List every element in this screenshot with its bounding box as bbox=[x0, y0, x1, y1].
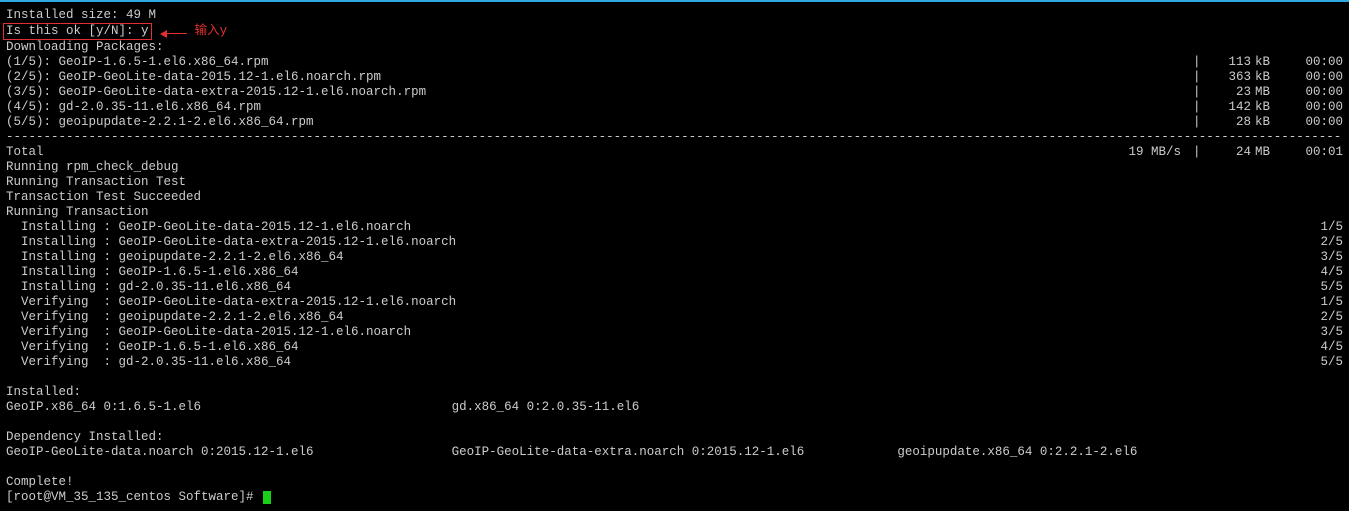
shell-prompt-line[interactable]: [root@VM_35_135_centos Software]# bbox=[6, 490, 1343, 505]
transaction-action: Verifying : GeoIP-1.6.5-1.el6.x86_64 bbox=[6, 340, 299, 355]
installed-col: GeoIP.x86_64 0:1.6.5-1.el6 bbox=[6, 400, 452, 415]
transaction-action: Installing : GeoIP-1.6.5-1.el6.x86_64 bbox=[6, 265, 299, 280]
transaction-progress: 2/5 bbox=[1309, 235, 1343, 250]
download-row: (2/5): GeoIP-GeoLite-data-2015.12-1.el6.… bbox=[6, 70, 1343, 85]
transaction-action: Verifying : GeoIP-GeoLite-data-2015.12-1… bbox=[6, 325, 411, 340]
confirm-prompt-boxed: Is this ok [y/N]: y bbox=[3, 23, 152, 40]
transaction-action: Verifying : GeoIP-GeoLite-data-extra-201… bbox=[6, 295, 456, 310]
separator-line: ----------------------------------------… bbox=[6, 130, 1343, 145]
installed-row: GeoIP.x86_64 0:1.6.5-1.el6 gd.x86_64 0:2… bbox=[6, 400, 1343, 415]
transaction-progress: 3/5 bbox=[1309, 325, 1343, 340]
status-line: Transaction Test Succeeded bbox=[6, 190, 1343, 205]
download-filename: (1/5): GeoIP-1.6.5-1.el6.x86_64.rpm bbox=[6, 55, 269, 70]
download-unit: kB bbox=[1251, 100, 1283, 115]
dependency-col: GeoIP-GeoLite-data.noarch 0:2015.12-1.el… bbox=[6, 445, 452, 460]
download-time: 00:00 bbox=[1283, 55, 1343, 70]
transaction-row: Verifying : geoipupdate-2.2.1-2.el6.x86_… bbox=[6, 310, 1343, 325]
post-lines: Running rpm_check_debugRunning Transacti… bbox=[6, 160, 1343, 220]
installed-size-line: Installed size: 49 M bbox=[6, 8, 1343, 23]
download-row: (4/5): gd-2.0.35-11.el6.x86_64.rpm|142kB… bbox=[6, 100, 1343, 115]
download-time: 00:00 bbox=[1283, 115, 1343, 130]
download-filename: (4/5): gd-2.0.35-11.el6.x86_64.rpm bbox=[6, 100, 261, 115]
dependency-header: Dependency Installed: bbox=[6, 430, 1343, 445]
cursor-icon bbox=[263, 491, 271, 504]
transaction-action: Installing : GeoIP-GeoLite-data-extra-20… bbox=[6, 235, 456, 250]
transaction-row: Verifying : gd-2.0.35-11.el6.x86_64 5/5 bbox=[6, 355, 1343, 370]
download-time: 00:00 bbox=[1283, 70, 1343, 85]
download-row: (5/5): geoipupdate-2.2.1-2.el6.x86_64.rp… bbox=[6, 115, 1343, 130]
installed-header: Installed: bbox=[6, 385, 1343, 400]
transaction-action: Verifying : gd-2.0.35-11.el6.x86_64 bbox=[6, 355, 291, 370]
total-row: Total 19 MB/s | 24 MB 00:01 bbox=[6, 145, 1343, 160]
total-time: 00:01 bbox=[1283, 145, 1343, 160]
terminal-window[interactable]: Installed size: 49 M Is this ok [y/N]: y… bbox=[0, 0, 1349, 511]
download-filename: (2/5): GeoIP-GeoLite-data-2015.12-1.el6.… bbox=[6, 70, 381, 85]
transaction-row: Installing : geoipupdate-2.2.1-2.el6.x86… bbox=[6, 250, 1343, 265]
transaction-row: Installing : gd-2.0.35-11.el6.x86_64 5/5 bbox=[6, 280, 1343, 295]
download-time: 00:00 bbox=[1283, 100, 1343, 115]
dependency-row: GeoIP-GeoLite-data.noarch 0:2015.12-1.el… bbox=[6, 445, 1343, 460]
transaction-progress: 1/5 bbox=[1309, 295, 1343, 310]
transaction-progress: 5/5 bbox=[1309, 280, 1343, 295]
transaction-progress: 4/5 bbox=[1309, 340, 1343, 355]
status-line: Running Transaction Test bbox=[6, 175, 1343, 190]
download-size: 28 bbox=[1196, 115, 1251, 130]
total-size: 24 bbox=[1196, 145, 1251, 160]
download-unit: MB bbox=[1251, 85, 1283, 100]
transaction-action: Installing : gd-2.0.35-11.el6.x86_64 bbox=[6, 280, 291, 295]
downloading-header: Downloading Packages: bbox=[6, 40, 1343, 55]
transaction-progress: 5/5 bbox=[1309, 355, 1343, 370]
transaction-row: Verifying : GeoIP-GeoLite-data-2015.12-1… bbox=[6, 325, 1343, 340]
download-size: 363 bbox=[1196, 70, 1251, 85]
transaction-progress: 2/5 bbox=[1309, 310, 1343, 325]
transaction-action: Installing : GeoIP-GeoLite-data-2015.12-… bbox=[6, 220, 411, 235]
download-size: 142 bbox=[1196, 100, 1251, 115]
download-time: 00:00 bbox=[1283, 85, 1343, 100]
installed-col: gd.x86_64 0:2.0.35-11.el6 bbox=[452, 400, 898, 415]
annotation-arrow-icon bbox=[161, 33, 187, 34]
total-unit: MB bbox=[1251, 145, 1283, 160]
download-filename: (3/5): GeoIP-GeoLite-data-extra-2015.12-… bbox=[6, 85, 426, 100]
blank-line bbox=[6, 460, 1343, 475]
download-row: (1/5): GeoIP-1.6.5-1.el6.x86_64.rpm|113k… bbox=[6, 55, 1343, 70]
complete-line: Complete! bbox=[6, 475, 1343, 490]
transaction-row: Installing : GeoIP-GeoLite-data-extra-20… bbox=[6, 235, 1343, 250]
shell-prompt-text: [root@VM_35_135_centos Software]# bbox=[6, 490, 261, 504]
download-row: (3/5): GeoIP-GeoLite-data-extra-2015.12-… bbox=[6, 85, 1343, 100]
total-label: Total bbox=[6, 145, 44, 160]
download-unit: kB bbox=[1251, 55, 1283, 70]
transaction-row: Verifying : GeoIP-1.6.5-1.el6.x86_64 4/5 bbox=[6, 340, 1343, 355]
transaction-list: Installing : GeoIP-GeoLite-data-2015.12-… bbox=[6, 220, 1343, 370]
transaction-progress: 1/5 bbox=[1309, 220, 1343, 235]
annotation-text: 输入y bbox=[195, 24, 228, 38]
dependency-col: geoipupdate.x86_64 0:2.2.1-2.el6 bbox=[897, 445, 1343, 460]
download-filename: (5/5): geoipupdate-2.2.1-2.el6.x86_64.rp… bbox=[6, 115, 314, 130]
transaction-row: Verifying : GeoIP-GeoLite-data-extra-201… bbox=[6, 295, 1343, 310]
status-line: Running rpm_check_debug bbox=[6, 160, 1343, 175]
installed-col bbox=[897, 400, 1343, 415]
download-list: (1/5): GeoIP-1.6.5-1.el6.x86_64.rpm|113k… bbox=[6, 55, 1343, 130]
transaction-progress: 3/5 bbox=[1309, 250, 1343, 265]
download-size: 113 bbox=[1196, 55, 1251, 70]
download-size: 23 bbox=[1196, 85, 1251, 100]
dependency-col: GeoIP-GeoLite-data-extra.noarch 0:2015.1… bbox=[452, 445, 898, 460]
blank-line bbox=[6, 370, 1343, 385]
total-rate: 19 MB/s bbox=[1111, 145, 1181, 160]
blank-line bbox=[6, 415, 1343, 430]
status-line: Running Transaction bbox=[6, 205, 1343, 220]
download-unit: kB bbox=[1251, 115, 1283, 130]
transaction-action: Verifying : geoipupdate-2.2.1-2.el6.x86_… bbox=[6, 310, 344, 325]
transaction-progress: 4/5 bbox=[1309, 265, 1343, 280]
transaction-row: Installing : GeoIP-GeoLite-data-2015.12-… bbox=[6, 220, 1343, 235]
transaction-action: Installing : geoipupdate-2.2.1-2.el6.x86… bbox=[6, 250, 344, 265]
confirm-prompt-row: Is this ok [y/N]: y 输入y bbox=[6, 23, 1343, 40]
transaction-row: Installing : GeoIP-1.6.5-1.el6.x86_64 4/5 bbox=[6, 265, 1343, 280]
download-unit: kB bbox=[1251, 70, 1283, 85]
